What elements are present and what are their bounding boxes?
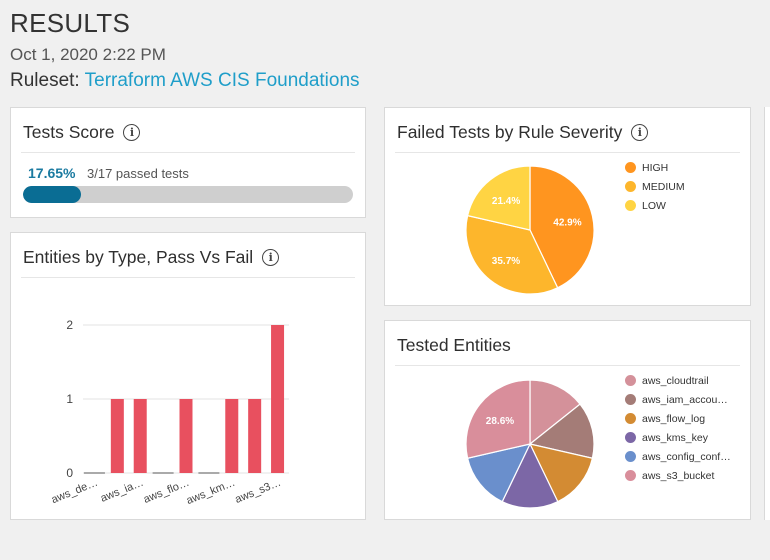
entities-pie-chart: 28.6% — [465, 379, 595, 509]
tests-score-title: Tests Score — [23, 122, 115, 142]
entities-bar-chart: 0 1 2 aws_de… aws_ia…aws_flo…aws_km…aws_s3… — [50, 318, 289, 507]
slice-label: 42.9% — [553, 218, 581, 229]
legend-item[interactable]: HIGH — [625, 158, 685, 177]
bar[interactable] — [271, 325, 285, 473]
legend-item[interactable]: aws_iam_accou… — [625, 390, 731, 409]
legend-item[interactable]: LOW — [625, 196, 685, 215]
legend-swatch — [625, 375, 636, 386]
card-divider — [395, 365, 740, 366]
failed-by-severity-title-row: Failed Tests by Rule Severity i — [397, 122, 649, 143]
legend-item[interactable]: aws_config_conf… — [625, 447, 731, 466]
legend-item[interactable]: aws_flow_log — [625, 409, 731, 428]
slice-label: 28.6% — [486, 416, 514, 427]
y-tick-label: 2 — [66, 318, 73, 332]
tested-entities-title: Tested Entities — [397, 335, 511, 355]
legend-label: aws_iam_accou… — [642, 393, 728, 406]
y-tick-label: 0 — [66, 466, 73, 480]
score-progress-track — [23, 186, 353, 203]
bar[interactable] — [133, 399, 147, 473]
tests-score-title-row: Tests Score i — [23, 122, 141, 143]
legend-label: aws_flow_log — [642, 412, 706, 425]
legend-swatch — [625, 394, 636, 405]
legend-label: aws_s3_bucket — [642, 469, 715, 482]
score-progress-fill — [23, 186, 82, 203]
legend-swatch — [625, 162, 636, 173]
legend-label: HIGH — [642, 161, 669, 174]
results-date: Oct 1, 2020 2:22 PM — [10, 45, 166, 64]
bar[interactable] — [110, 399, 124, 473]
legend-item[interactable]: aws_kms_key — [625, 428, 731, 447]
entities-by-type-title-row: Entities by Type, Pass Vs Fail i — [23, 247, 280, 268]
entities-by-type-title: Entities by Type, Pass Vs Fail — [23, 247, 254, 267]
legend-swatch — [625, 181, 636, 192]
x-tick-label: aws_ia… — [99, 477, 145, 505]
slice-label: 35.7% — [492, 256, 520, 267]
legend-label: aws_cloudtrail — [642, 374, 709, 387]
severity-legend: HIGH MEDIUM LOW — [625, 158, 685, 215]
ruleset-link[interactable]: Terraform AWS CIS Foundations — [85, 70, 360, 91]
legend-label: LOW — [642, 199, 666, 212]
ruleset-label: Ruleset: — [10, 70, 80, 91]
legend-swatch — [625, 451, 636, 462]
legend-swatch — [625, 470, 636, 481]
card-divider — [395, 152, 740, 153]
legend-label: MEDIUM — [642, 180, 685, 193]
legend-swatch — [625, 432, 636, 443]
failed-by-severity-card: Failed Tests by Rule Severity i 42.9% 35.… — [384, 107, 751, 306]
results-page: RESULTS Oct 1, 2020 2:22 PM Ruleset: Ter… — [0, 0, 770, 560]
x-tick-label: aws_s3… — [233, 477, 282, 506]
legend-item[interactable]: MEDIUM — [625, 177, 685, 196]
entities-by-type-card: Entities by Type, Pass Vs Fail i 0 1 2 aws_… — [10, 232, 366, 520]
x-tick-label: aws_km… — [185, 477, 237, 507]
info-icon[interactable]: i — [123, 124, 141, 141]
tests-score-card: Tests Score i 17.65% 3/17 passed tests — [10, 107, 366, 218]
x-tick-label: aws_flo… — [142, 477, 191, 506]
slice-label: 21.4% — [492, 196, 520, 207]
legend-item[interactable]: aws_cloudtrail — [625, 371, 731, 390]
legend-swatch — [625, 413, 636, 424]
offscreen-card-edge — [764, 107, 770, 520]
severity-pie-chart: 42.9% 35.7% 21.4% — [465, 165, 595, 295]
y-tick-label: 1 — [66, 392, 73, 406]
bar[interactable] — [179, 399, 193, 473]
info-icon[interactable]: i — [262, 249, 280, 266]
legend-swatch — [625, 200, 636, 211]
x-tick-label: aws_de… — [50, 477, 100, 506]
legend-label: aws_config_conf… — [642, 450, 731, 463]
card-divider — [21, 152, 355, 153]
tested-entities-title-row: Tested Entities — [397, 335, 511, 356]
page-title: RESULTS — [10, 8, 131, 38]
score-percent: 17.65% — [28, 165, 76, 181]
info-icon[interactable]: i — [631, 124, 649, 141]
tested-entities-card: Tested Entities 28.6% aws_cloudtrail aws_… — [384, 320, 751, 520]
entities-legend: aws_cloudtrail aws_iam_accou… aws_flow_log… — [625, 371, 731, 485]
bar[interactable] — [248, 399, 262, 473]
legend-item[interactable]: aws_s3_bucket — [625, 466, 731, 485]
bar[interactable] — [225, 399, 239, 473]
ruleset-line: Ruleset: Terraform AWS CIS Foundations — [10, 70, 360, 92]
score-passed-count: 3/17 passed tests — [87, 166, 189, 181]
legend-label: aws_kms_key — [642, 431, 708, 444]
failed-by-severity-title: Failed Tests by Rule Severity — [397, 122, 623, 142]
